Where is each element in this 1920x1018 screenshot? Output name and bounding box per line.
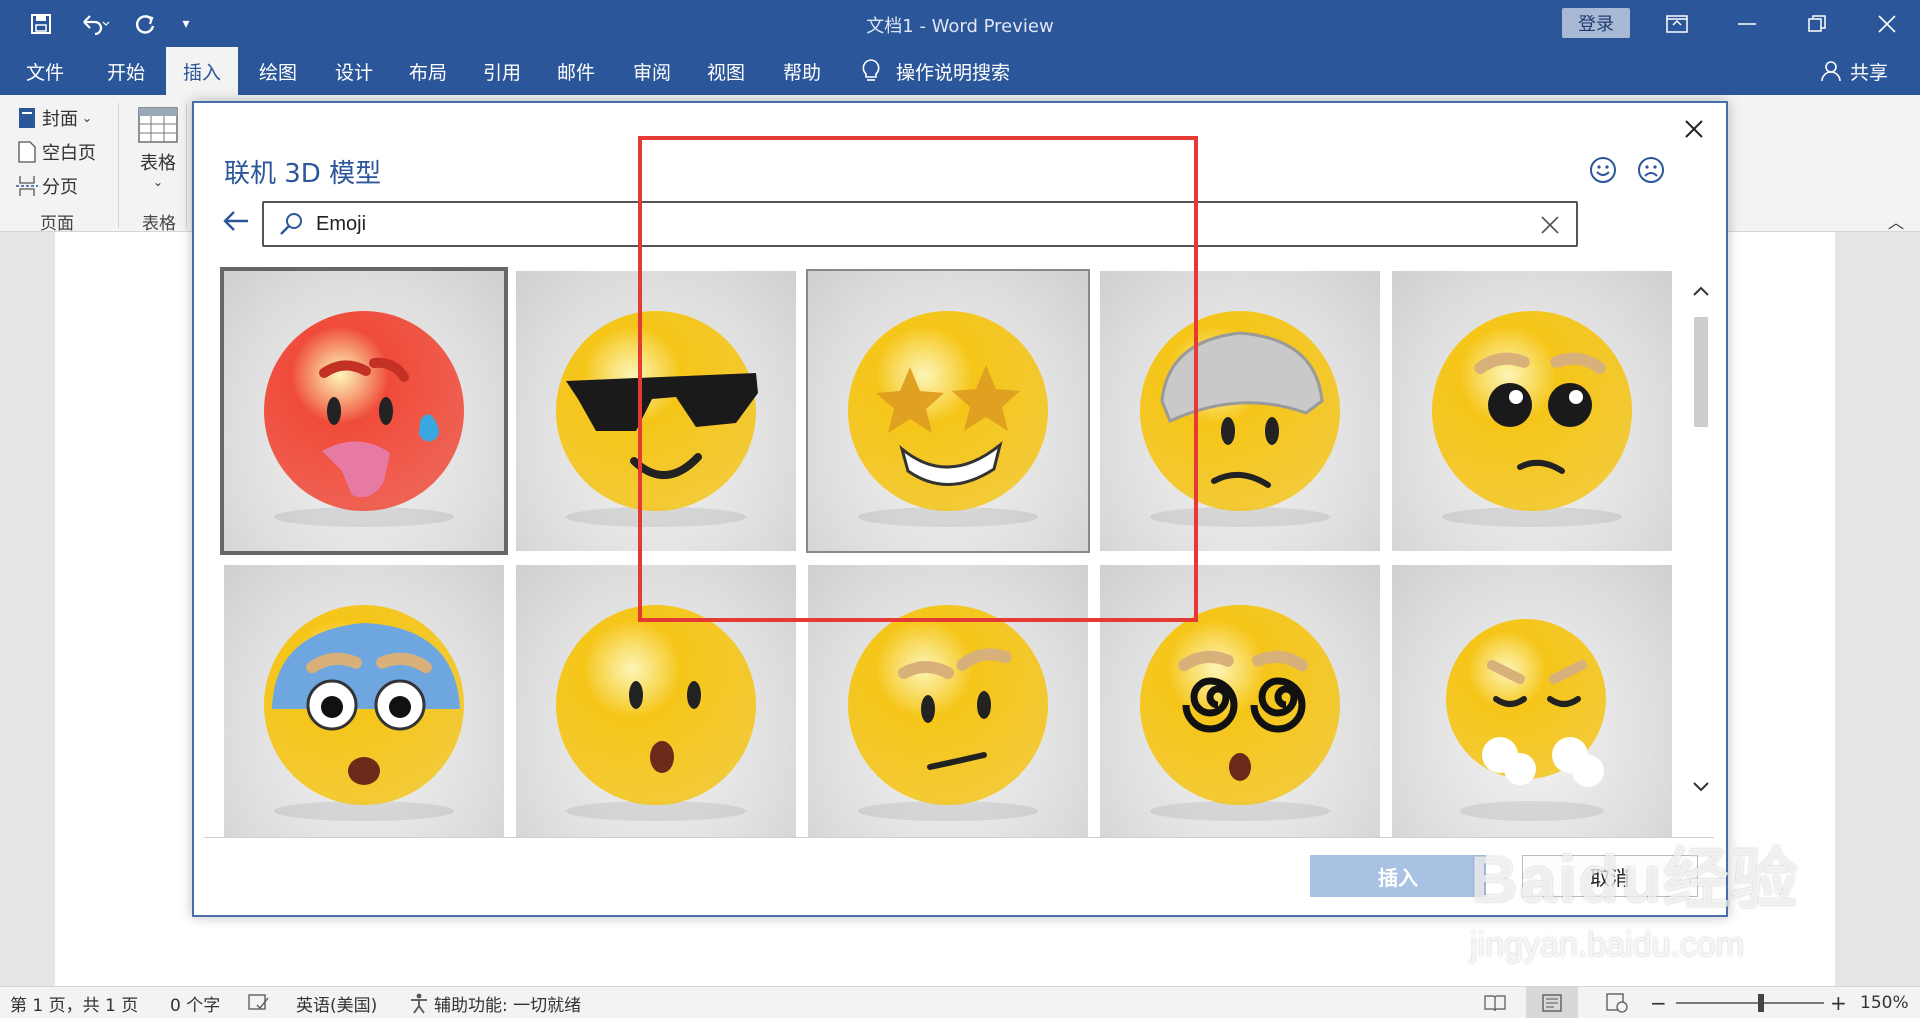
table-icon <box>138 107 178 143</box>
zoom-slider-thumb[interactable] <box>1758 994 1764 1012</box>
hot-face-emoji-icon <box>264 311 464 527</box>
lightbulb-icon <box>862 59 880 81</box>
tab-layout[interactable]: 布局 <box>392 47 464 95</box>
online-3d-models-dialog: 联机 3D 模型 Emoji 插入 取消 <box>192 101 1728 917</box>
pleading-face-emoji-icon <box>1432 311 1632 527</box>
tab-review[interactable]: 审阅 <box>616 47 688 95</box>
tell-me-label: 操作说明搜索 <box>896 61 1011 84</box>
cold-face-emoji-icon <box>264 605 464 821</box>
ribbon-divider <box>186 103 187 228</box>
frown-feedback-icon[interactable] <box>1636 155 1666 185</box>
insert-button[interactable]: 插入 <box>1310 855 1486 897</box>
model-tile-pleading-face[interactable] <box>1392 271 1672 551</box>
zoom-out-icon[interactable]: − <box>1650 987 1667 1018</box>
search-icon <box>278 211 306 239</box>
table-button[interactable]: 表格 ⌄ <box>138 107 178 189</box>
dialog-close-icon[interactable] <box>1674 109 1714 149</box>
model-tile-dizzy-face[interactable] <box>1100 565 1380 837</box>
clear-search-icon[interactable] <box>1534 209 1566 241</box>
search-input[interactable] <box>316 209 1496 239</box>
ribbon-divider <box>118 103 119 228</box>
cover-page-button[interactable]: 封面 ⌄ <box>18 105 92 131</box>
ribbon-display-options-icon[interactable] <box>1642 0 1712 47</box>
model-tile-cold-face[interactable] <box>224 565 504 837</box>
search-box <box>262 201 1578 247</box>
accessibility-label: 辅助功能: 一切就绪 <box>434 995 582 1016</box>
surprised-face-emoji-icon <box>556 605 756 821</box>
raised-eyebrow-face-emoji-icon <box>848 605 1048 821</box>
model-tile-bandaged-face[interactable] <box>1100 271 1380 551</box>
close-window-icon[interactable] <box>1852 0 1920 47</box>
title-bar: ▾ 文档1 - Word Preview 登录 <box>0 0 1920 47</box>
tell-me-search[interactable]: 操作说明搜索 <box>860 47 1010 95</box>
blank-page-button[interactable]: 空白页 <box>18 139 96 165</box>
scroll-thumb[interactable] <box>1694 317 1708 427</box>
steam-nose-face-emoji-icon <box>1446 619 1606 821</box>
tab-draw[interactable]: 绘图 <box>242 47 314 95</box>
accessibility-status[interactable]: 辅助功能: 一切就绪 <box>408 987 581 1018</box>
page-break-label: 分页 <box>42 177 78 198</box>
model-results-grid <box>220 267 1680 837</box>
sunglasses-face-emoji-icon <box>556 311 758 527</box>
table-label: 表格 <box>140 153 176 174</box>
tab-insert[interactable]: 插入 <box>166 47 238 95</box>
tab-help[interactable]: 帮助 <box>766 47 838 95</box>
window-title: 文档1 - Word Preview <box>866 16 1054 37</box>
status-bar: 第 1 页，共 1 页 0 个字 英语(美国) 辅助功能: 一切就绪 − + 1… <box>0 986 1920 1018</box>
cover-page-label: 封面 <box>42 109 78 130</box>
dialog-divider <box>204 837 1714 838</box>
accessibility-icon <box>411 993 427 1014</box>
restore-icon[interactable] <box>1782 0 1852 47</box>
collapse-ribbon-icon[interactable]: ︿ <box>1888 209 1904 233</box>
pages-group-label: 页面 <box>40 214 74 234</box>
tab-home[interactable]: 开始 <box>90 47 162 95</box>
tab-references[interactable]: 引用 <box>466 47 538 95</box>
ribbon-tabs: 文件 开始 插入 绘图 设计 布局 引用 邮件 审阅 视图 帮助 操作说明搜索 … <box>0 47 1920 95</box>
tab-view[interactable]: 视图 <box>690 47 762 95</box>
model-tile-hot-face[interactable] <box>220 267 508 555</box>
model-tile-sunglasses-face[interactable] <box>516 271 796 551</box>
blank-page-label: 空白页 <box>42 143 96 164</box>
person-icon <box>1821 61 1841 82</box>
share-button[interactable]: 共享 <box>1820 47 1888 95</box>
smile-feedback-icon[interactable] <box>1588 155 1618 185</box>
language-indicator[interactable]: 英语(美国) <box>296 987 377 1018</box>
login-button[interactable]: 登录 <box>1562 8 1630 38</box>
tab-file[interactable]: 文件 <box>10 47 80 95</box>
tab-mailings[interactable]: 邮件 <box>540 47 612 95</box>
table-group-label: 表格 <box>142 214 176 234</box>
cover-page-icon <box>19 108 35 128</box>
bandaged-face-emoji-icon <box>1140 311 1340 527</box>
word-window: ▾ 文档1 - Word Preview 登录 文件 开始 插入 绘图 设计 布… <box>0 0 1920 1018</box>
model-tile-steam-nose-face[interactable] <box>1392 565 1672 837</box>
word-count[interactable]: 0 个字 <box>170 987 220 1018</box>
model-tile-raised-eyebrow-face[interactable] <box>808 565 1088 837</box>
proofing-icon[interactable] <box>248 987 270 1018</box>
dizzy-face-emoji-icon <box>1140 605 1340 821</box>
blank-page-icon <box>18 141 36 163</box>
model-tile-star-struck-face[interactable] <box>806 269 1090 553</box>
scroll-down-icon[interactable] <box>1689 775 1713 799</box>
print-layout-icon[interactable] <box>1526 987 1578 1018</box>
back-arrow-icon[interactable] <box>222 206 252 242</box>
zoom-level[interactable]: 150% <box>1860 987 1909 1018</box>
cancel-button[interactable]: 取消 <box>1522 855 1698 897</box>
dialog-title: 联机 3D 模型 <box>224 159 382 189</box>
zoom-slider[interactable] <box>1676 987 1824 1018</box>
model-tile-surprised-face[interactable] <box>516 565 796 837</box>
read-mode-icon[interactable] <box>1484 987 1506 1018</box>
zoom-in-icon[interactable]: + <box>1830 987 1847 1018</box>
results-scrollbar[interactable] <box>1689 267 1713 807</box>
share-label: 共享 <box>1850 61 1889 84</box>
page-break-button[interactable]: 分页 <box>16 173 78 199</box>
tab-design[interactable]: 设计 <box>318 47 390 95</box>
page-break-icon <box>16 176 38 196</box>
star-struck-face-emoji-icon <box>848 311 1048 527</box>
minimize-icon[interactable] <box>1712 0 1782 47</box>
web-layout-icon[interactable] <box>1606 987 1628 1018</box>
page-info[interactable]: 第 1 页，共 1 页 <box>10 987 138 1018</box>
scroll-up-icon[interactable] <box>1689 279 1713 303</box>
